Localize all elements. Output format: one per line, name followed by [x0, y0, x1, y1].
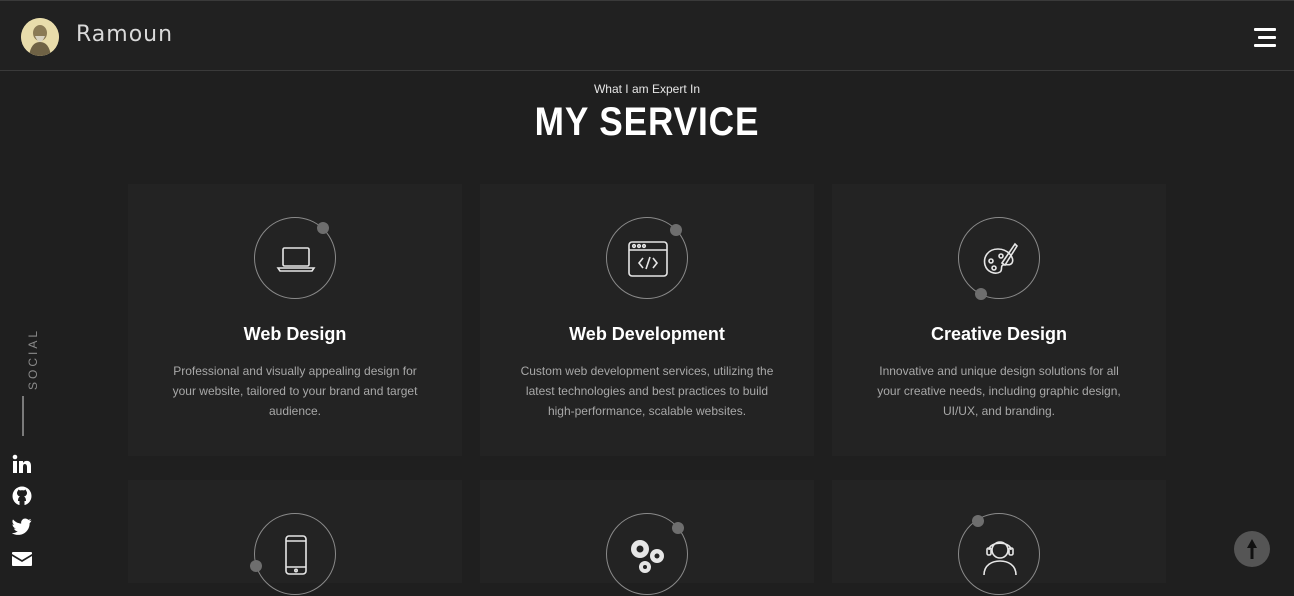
service-title: Web Development — [569, 324, 725, 344]
service-card-mobile — [128, 480, 462, 595]
service-card-web-development: Web Development Custom web development s… — [480, 184, 814, 456]
section-title: MY SERVICE — [534, 100, 760, 144]
site-header: Ramoun — [0, 0, 1294, 71]
ring-dot — [972, 515, 984, 527]
linkedin-icon[interactable] — [12, 454, 32, 474]
twitter-icon[interactable] — [11, 518, 32, 538]
social-label: SOCIAL — [26, 327, 41, 391]
envelope-icon[interactable] — [12, 551, 32, 571]
service-title: Web Design — [243, 324, 347, 344]
social-sidebar: SOCIAL — [0, 310, 44, 583]
ring-dot — [317, 222, 329, 234]
service-description: Innovative and unique design solutions f… — [877, 364, 1121, 418]
ring-dot — [672, 522, 684, 534]
arrow-up-icon — [1247, 539, 1257, 559]
service-description: Custom web development services, utilizi… — [520, 364, 774, 418]
ring-dot — [670, 224, 682, 236]
scroll-to-top-button[interactable] — [1234, 531, 1270, 567]
support-agent-icon — [959, 514, 1041, 596]
service-card-web-design: Web Design Professional and visually app… — [128, 184, 462, 456]
avatar[interactable] — [21, 18, 59, 56]
palette-icon — [959, 218, 1041, 300]
mobile-phone-icon — [255, 514, 337, 596]
service-card-settings — [480, 480, 814, 595]
ring-dot — [250, 560, 262, 572]
hamburger-menu-icon[interactable] — [1252, 28, 1276, 48]
section-subtitle: What I am Expert In — [593, 82, 701, 96]
ring-dot — [975, 288, 987, 300]
service-card-support — [832, 480, 1166, 595]
social-divider — [22, 396, 24, 436]
github-icon[interactable] — [12, 486, 32, 506]
icon-ring — [958, 217, 1040, 299]
service-title: Creative Design — [930, 324, 1068, 344]
brand-name[interactable]: Ramoun — [76, 22, 173, 47]
service-description: Professional and visually appealing desi… — [172, 364, 418, 418]
service-card-creative-design: Creative Design Innovative and unique de… — [832, 184, 1166, 456]
